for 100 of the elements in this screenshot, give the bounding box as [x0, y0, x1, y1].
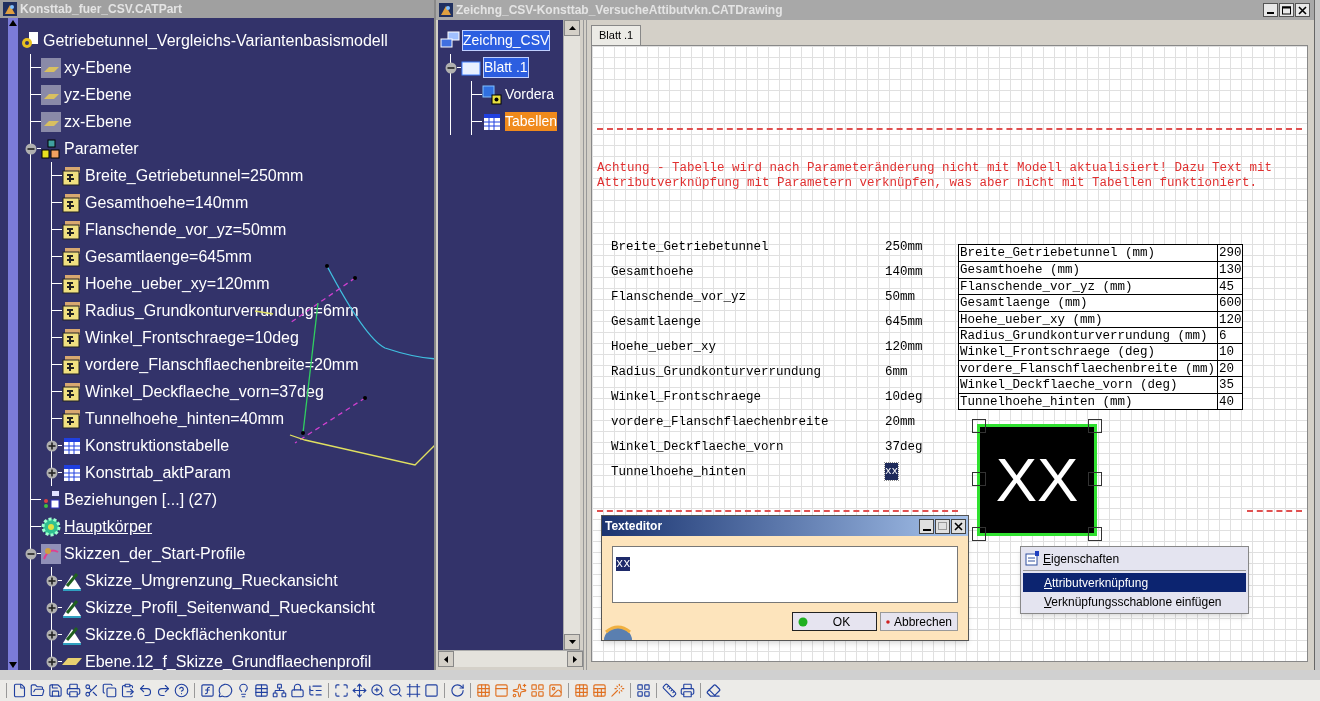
tree-item[interactable]: Konstrtab_aktParam [85, 463, 231, 482]
tree-item[interactable]: Vordera [505, 85, 555, 104]
zoom-out-icon[interactable] [388, 683, 403, 698]
undo-icon[interactable] [138, 683, 153, 698]
layout-grid-icon[interactable] [636, 683, 651, 698]
panel-icon[interactable] [494, 683, 509, 698]
minimize-button[interactable] [1263, 3, 1278, 17]
close-button[interactable] [951, 518, 966, 534]
fit-all-icon[interactable] [334, 683, 349, 698]
ruler-icon[interactable] [662, 683, 677, 698]
resize-handle[interactable] [1088, 418, 1102, 433]
save-icon[interactable] [48, 683, 63, 698]
table-cell: 600 [1218, 295, 1242, 311]
lock-icon[interactable] [290, 683, 305, 698]
parameter-value: 10deg [885, 389, 923, 406]
table-icon[interactable] [254, 683, 269, 698]
grid-icon[interactable] [574, 683, 589, 698]
collapse-toggle[interactable] [445, 61, 457, 74]
network-icon[interactable] [272, 683, 287, 698]
speech-bubble-icon[interactable] [218, 683, 233, 698]
resize-handle[interactable] [972, 418, 986, 433]
tree-item[interactable]: xy-Ebene [64, 58, 132, 77]
sheet-tab[interactable]: Blatt .1 [591, 25, 642, 45]
tree-item[interactable]: Skizze_Umgrenzung_Rueckansicht [85, 571, 338, 590]
expand-toggle[interactable] [46, 574, 58, 587]
maximize-button[interactable] [935, 518, 950, 534]
zoom-in-icon[interactable] [370, 683, 385, 698]
expand-toggle[interactable] [46, 466, 58, 479]
scrollbar[interactable] [438, 650, 583, 667]
paste-icon[interactable] [120, 683, 135, 698]
sparkles-icon[interactable] [512, 683, 527, 698]
expand-toggle[interactable] [46, 655, 58, 668]
tree-item[interactable]: Breite_Getriebetunnel=250mm [85, 166, 304, 185]
tree-item[interactable]: Skizze.6_Deckflächenkontur [85, 625, 287, 644]
tree-item[interactable]: Blatt .1 [484, 58, 528, 77]
resize-handle[interactable] [1088, 526, 1102, 541]
sheet-icon[interactable] [592, 683, 607, 698]
copy-icon[interactable] [102, 683, 117, 698]
minimize-icon [1267, 12, 1274, 14]
tree-item[interactable]: Gesamthoehe=140mm [85, 193, 249, 212]
point-marker [325, 264, 329, 268]
frame-icon[interactable] [406, 683, 421, 698]
tree-item[interactable]: Tunnelhoehe_hinten=40mm [85, 409, 285, 428]
cancel-button[interactable]: Abbrechen [880, 612, 958, 631]
tree-item[interactable]: Beziehungen [...] (27) [64, 490, 217, 509]
tree-item[interactable]: Winkel_Deckflaeche_vorn=37deg [85, 382, 324, 401]
tree-item[interactable]: Winkel_Frontschraege=10deg [85, 328, 299, 347]
table-cell: Breite_Getriebetunnel (mm) [959, 245, 1218, 262]
tree-item[interactable]: Getriebetunnel_Vergleichs-Variantenbasismodell [43, 31, 388, 50]
tree-item[interactable]: Zeichng_CSV [463, 31, 550, 50]
ok-button[interactable]: OK [792, 612, 877, 631]
folder-icon[interactable] [30, 683, 45, 698]
tree-item[interactable]: Hauptkörper [64, 517, 153, 536]
tree-item[interactable]: Gesamtlaenge=645mm [85, 247, 252, 266]
wand-icon[interactable] [610, 683, 625, 698]
tree-item[interactable]: Parameter [64, 139, 139, 158]
minimize-button[interactable] [919, 518, 934, 534]
list-tree-icon[interactable] [308, 683, 323, 698]
redo-icon[interactable] [156, 683, 171, 698]
function-icon[interactable] [200, 683, 215, 698]
menu-item[interactable]: Attributverknüpfung [1023, 573, 1246, 592]
move-icon[interactable] [352, 683, 367, 698]
eraser-icon[interactable] [706, 683, 721, 698]
scissors-icon[interactable] [84, 683, 99, 698]
tree-item[interactable]: yz-Ebene [64, 85, 132, 104]
tree-item[interactable]: Skizze_Profil_Seitenwand_Rueckansicht [85, 598, 375, 617]
tree-item[interactable]: vordere_Flanschflaechenbreite=20mm [85, 355, 359, 374]
tree-item[interactable]: Ebene.12_f_Skizze_Grundflaechenprofil [85, 652, 372, 670]
help-icon[interactable] [174, 683, 189, 698]
expand-toggle[interactable] [46, 628, 58, 641]
maximize-button[interactable] [1279, 3, 1294, 17]
printer-icon[interactable] [680, 683, 695, 698]
menu-item[interactable]: Verknüpfungsschablone einfügen [1023, 592, 1246, 611]
collapse-toggle[interactable] [25, 547, 37, 560]
table-cell: 10 [1218, 344, 1234, 360]
scrollbar[interactable] [8, 18, 18, 670]
expand-toggle[interactable] [46, 439, 58, 452]
table-cell: vordere_Flanschflaechenbreite (mm) [959, 360, 1218, 377]
image-icon[interactable] [548, 683, 563, 698]
grid-icon[interactable] [476, 683, 491, 698]
resize-handle[interactable] [972, 526, 986, 541]
text-input[interactable]: xx [612, 546, 958, 603]
close-button[interactable] [1295, 3, 1310, 17]
tree-item[interactable]: Flanschende_vor_yz=50mm [85, 220, 287, 239]
menu-item[interactable]: Eigenschaften [1023, 549, 1246, 568]
tree-item[interactable]: Skizzen_der_Start-Profile [64, 544, 246, 563]
expand-toggle[interactable] [46, 601, 58, 614]
resize-handle[interactable] [1088, 471, 1102, 486]
tree-item[interactable]: Konstruktionstabelle [85, 436, 230, 455]
tree-item[interactable]: Hoehe_ueber_xy=120mm [85, 274, 270, 293]
scrollbar[interactable] [563, 20, 580, 650]
lightbulb-icon[interactable] [236, 683, 251, 698]
text-frame[interactable]: XX [977, 423, 1097, 536]
rotate-icon[interactable] [450, 683, 465, 698]
collapse-toggle[interactable] [25, 142, 37, 155]
tree-item[interactable]: zx-Ebene [64, 112, 132, 131]
printer-icon[interactable] [66, 683, 81, 698]
square-icon[interactable] [424, 683, 439, 698]
resize-handle[interactable] [972, 471, 986, 486]
file-icon[interactable] [12, 683, 27, 698]
